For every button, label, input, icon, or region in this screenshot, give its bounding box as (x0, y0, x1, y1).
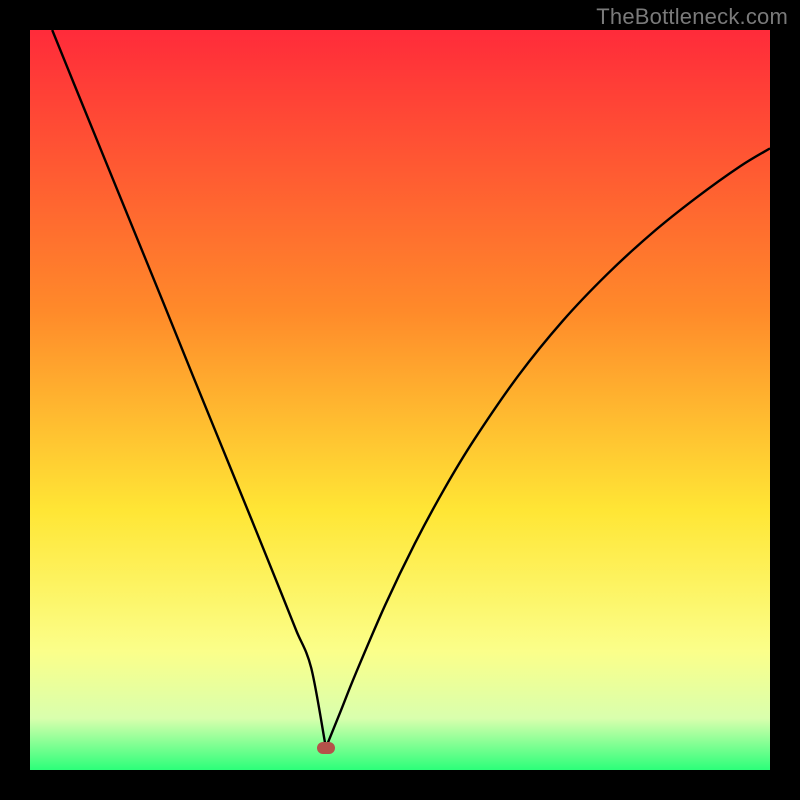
chart-svg (30, 30, 770, 770)
watermark-text: TheBottleneck.com (596, 4, 788, 30)
chart-frame: TheBottleneck.com (0, 0, 800, 800)
minimum-marker (317, 742, 335, 754)
gradient-background (30, 30, 770, 770)
plot-area (30, 30, 770, 770)
